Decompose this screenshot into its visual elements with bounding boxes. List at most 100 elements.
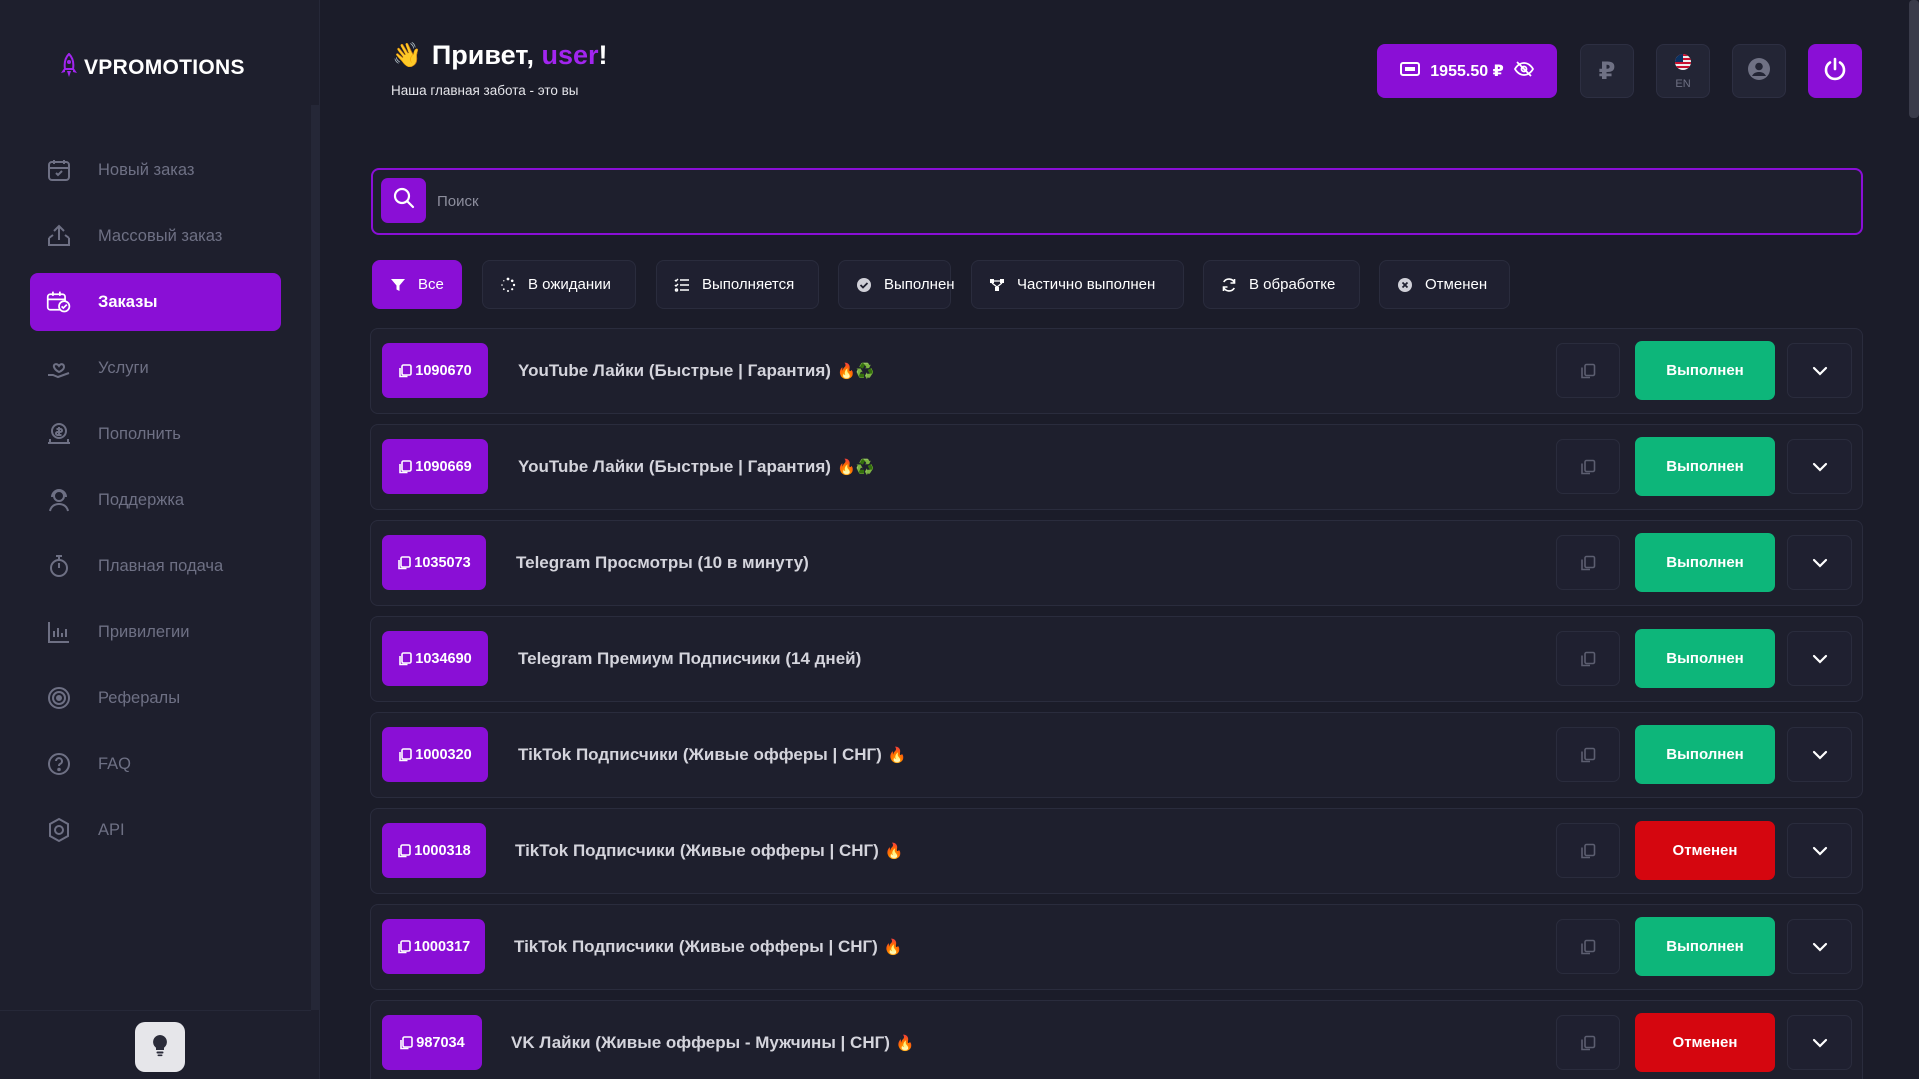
status-badge[interactable]: Отменен: [1635, 821, 1775, 880]
order-id-button[interactable]: 1034690: [382, 631, 488, 686]
order-row: 1090670 YouTube Лайки (Быстрые | Гаранти…: [370, 328, 1863, 414]
order-id-button[interactable]: 1035073: [382, 535, 486, 590]
balance-amount: 1955.50 ₽: [1430, 63, 1504, 80]
filter-in-progress[interactable]: Выполняется: [656, 260, 819, 309]
expand-button[interactable]: [1787, 535, 1852, 590]
order-row: 1090669 YouTube Лайки (Быстрые | Гаранти…: [370, 424, 1863, 510]
user-circle-icon: [1747, 57, 1771, 86]
status-badge[interactable]: Выполнен: [1635, 341, 1775, 400]
search-button[interactable]: [381, 178, 426, 223]
filter-cancelled[interactable]: Отменен: [1379, 260, 1510, 309]
status-badge[interactable]: Выполнен: [1635, 533, 1775, 592]
status-badge[interactable]: Выполнен: [1635, 917, 1775, 976]
copy-button[interactable]: [1556, 535, 1620, 590]
chevron-down-icon: [1812, 1038, 1827, 1048]
target-icon: [44, 683, 74, 713]
fire-recycle-emoji: 🔥♻️: [836, 459, 875, 476]
filter-partial[interactable]: Частично выполнен: [971, 260, 1184, 309]
order-row: 1035073 Telegram Просмотры (10 в минуту)…: [370, 520, 1863, 606]
eye-off-icon[interactable]: [1513, 60, 1534, 82]
copy-button[interactable]: [1556, 919, 1620, 974]
expand-button[interactable]: [1787, 1015, 1852, 1070]
copy-button[interactable]: [1556, 1015, 1620, 1070]
filter-pending[interactable]: В ожидании: [482, 260, 636, 309]
expand-button[interactable]: [1787, 343, 1852, 398]
search-icon: [393, 187, 415, 214]
profile-button[interactable]: [1732, 44, 1786, 98]
copy-icon: [399, 459, 413, 473]
hand-heart-icon: [44, 353, 74, 383]
language-button[interactable]: EN: [1656, 44, 1710, 98]
copy-icon: [399, 651, 413, 665]
order-id: 1090670: [415, 362, 472, 379]
sidebar-item-support[interactable]: Поддержка: [30, 471, 281, 529]
sidebar-item-referrals[interactable]: Рефералы: [30, 669, 281, 727]
search-input[interactable]: [437, 180, 1837, 223]
copy-button[interactable]: [1556, 631, 1620, 686]
order-id-button[interactable]: 1090670: [382, 343, 488, 398]
sidebar-item-orders[interactable]: Заказы: [30, 273, 281, 331]
sidebar-item-new-order[interactable]: Новый заказ: [30, 141, 281, 199]
sidebar-item-drip-feed[interactable]: Плавная подача: [30, 537, 281, 595]
order-id-button[interactable]: 1000318: [382, 823, 486, 878]
greeting-subtitle: Наша главная забота - это вы: [391, 83, 579, 98]
copy-button[interactable]: [1556, 823, 1620, 878]
order-id: 1034690: [415, 650, 472, 667]
expand-button[interactable]: [1787, 439, 1852, 494]
balance-button[interactable]: 1955.50 ₽: [1377, 44, 1557, 98]
greeting-prefix: Привет,: [431, 40, 542, 70]
copy-button[interactable]: [1556, 439, 1620, 494]
language-code: EN: [1675, 77, 1691, 90]
order-id-button[interactable]: 1090669: [382, 439, 488, 494]
copy-button[interactable]: [1556, 727, 1620, 782]
copy-icon: [399, 363, 413, 377]
waving-hand-icon: 👋: [392, 42, 422, 69]
copy-icon: [397, 939, 411, 953]
sidebar-item-label: Рефералы: [98, 688, 181, 707]
brand-logo[interactable]: VPROMOTIONS: [60, 52, 245, 84]
expand-button[interactable]: [1787, 727, 1852, 782]
filter-completed[interactable]: Выполнен: [838, 260, 955, 309]
order-id: 1035073: [414, 554, 471, 571]
copy-icon: [398, 555, 412, 569]
sidebar-item-deposit[interactable]: Пополнить: [30, 405, 281, 463]
greeting-title: 👋 Привет, user!: [392, 40, 608, 71]
page-scrollbar[interactable]: [1909, 0, 1919, 118]
sidebar-item-api[interactable]: API: [30, 801, 281, 859]
filter-label: В обработке: [1249, 276, 1336, 293]
order-id-button[interactable]: 987034: [382, 1015, 482, 1070]
fire-emoji: 🔥: [883, 939, 903, 956]
brand-name: VPROMOTIONS: [84, 56, 245, 79]
status-badge[interactable]: Отменен: [1635, 1013, 1775, 1072]
status-badge[interactable]: Выполнен: [1635, 437, 1775, 496]
status-badge[interactable]: Выполнен: [1635, 629, 1775, 688]
order-id: 1000317: [413, 938, 471, 955]
sidebar-item-privileges[interactable]: Привилегии: [30, 603, 281, 661]
copy-button[interactable]: [1556, 343, 1620, 398]
sidebar-item-faq[interactable]: FAQ: [30, 735, 281, 793]
sidebar-item-label: Новый заказ: [98, 160, 195, 179]
copy-icon: [1581, 459, 1596, 474]
expand-button[interactable]: [1787, 631, 1852, 686]
chevron-down-icon: [1812, 654, 1827, 664]
expand-button[interactable]: [1787, 823, 1852, 878]
theme-toggle-button[interactable]: [135, 1022, 185, 1072]
greeting: 👋 Привет, user! Наша главная забота - эт…: [391, 40, 608, 98]
copy-icon: [1581, 939, 1596, 954]
logout-button[interactable]: [1808, 44, 1862, 98]
sidebar-scrollbar[interactable]: [311, 105, 320, 1010]
order-id-button[interactable]: 1000320: [382, 727, 488, 782]
sidebar-item-services[interactable]: Услуги: [30, 339, 281, 397]
status-badge[interactable]: Выполнен: [1635, 725, 1775, 784]
chevron-down-icon: [1812, 750, 1827, 760]
filter-all[interactable]: Все: [372, 260, 462, 309]
sidebar-item-label: Поддержка: [98, 490, 185, 509]
order-id-button[interactable]: 1000317: [382, 919, 485, 974]
copy-icon: [1581, 651, 1596, 666]
sidebar-item-label: Услуги: [98, 358, 149, 377]
copy-icon: [1581, 363, 1596, 378]
expand-button[interactable]: [1787, 919, 1852, 974]
sidebar-item-bulk-order[interactable]: Массовый заказ: [30, 207, 281, 265]
filter-processing[interactable]: В обработке: [1203, 260, 1360, 309]
currency-button[interactable]: ₽: [1580, 44, 1634, 98]
